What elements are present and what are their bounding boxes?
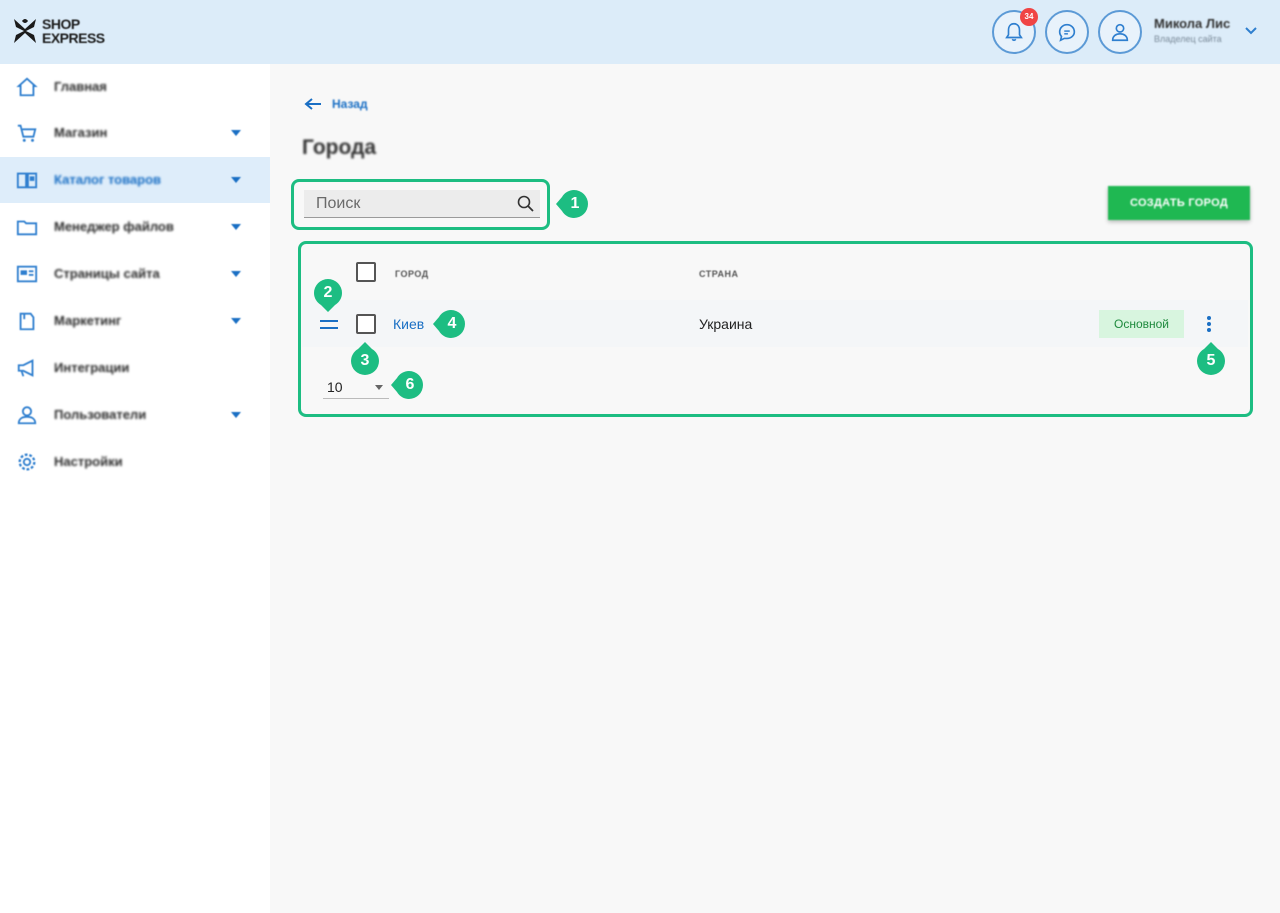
city-link[interactable]: Киев xyxy=(393,316,424,332)
sidebar-item-users[interactable]: Пользователи xyxy=(0,392,270,438)
bell-icon xyxy=(1005,22,1023,42)
marketing-icon xyxy=(19,312,35,331)
marker-3: 3 xyxy=(350,342,380,376)
sidebar-item-pages[interactable]: Страницы сайта xyxy=(0,251,270,297)
caret-down-icon xyxy=(375,385,383,390)
caret-down-icon xyxy=(231,177,241,183)
sidebar-item-file-manager[interactable]: Менеджер файлов xyxy=(0,204,270,250)
back-link[interactable]: Назад xyxy=(304,97,368,111)
chevron-down-icon[interactable] xyxy=(1244,24,1258,38)
sidebar-item-marketing[interactable]: Маркетинг xyxy=(0,298,270,344)
marker-5: 5 xyxy=(1196,342,1226,376)
marker-number: 4 xyxy=(447,315,457,332)
sidebar-item-settings[interactable]: Настройки xyxy=(0,439,270,485)
book-icon xyxy=(16,172,38,189)
marker-4: 4 xyxy=(433,309,467,339)
cart-icon xyxy=(17,124,37,142)
user-name: Микола Лис xyxy=(1154,16,1231,31)
shop-express-logo[interactable]: SHOP EXPRESS xyxy=(12,15,122,49)
sidebar-item-label: Маркетинг xyxy=(54,313,122,328)
profile-button[interactable] xyxy=(1098,10,1142,54)
user-role: Владелец сайта xyxy=(1154,34,1222,44)
sidebar-item-label: Интеграции xyxy=(54,360,130,375)
marker-2: 2 xyxy=(313,278,343,312)
sidebar-item-home[interactable]: Главная xyxy=(0,64,270,110)
sidebar: Главная Магазин Каталог товаров Менеджер… xyxy=(0,64,270,913)
search-field[interactable] xyxy=(304,190,540,218)
chat-icon xyxy=(1058,23,1076,42)
marker-number: 6 xyxy=(405,376,415,393)
search-icon[interactable] xyxy=(516,194,536,214)
rows-per-page-select[interactable]: 10 xyxy=(323,375,389,399)
caret-down-icon xyxy=(231,130,241,136)
folder-icon xyxy=(16,220,38,236)
select-all-checkbox[interactable] xyxy=(356,262,376,282)
caret-down-icon xyxy=(231,271,241,277)
marker-number: 3 xyxy=(360,352,370,369)
sidebar-item-label: Страницы сайта xyxy=(54,266,160,281)
back-label: Назад xyxy=(332,97,368,111)
rows-per-page-value: 10 xyxy=(327,379,343,395)
users-icon xyxy=(17,406,37,425)
caret-down-icon xyxy=(231,318,241,324)
more-vertical-icon[interactable] xyxy=(1202,314,1216,334)
arrow-left-icon xyxy=(304,98,321,110)
app-header: SHOP EXPRESS 34 Микола Лис Владелец сайт… xyxy=(0,0,1280,64)
main-city-badge: Основной xyxy=(1099,310,1184,338)
marker-number: 5 xyxy=(1206,352,1216,369)
notifications-badge: 34 xyxy=(1020,8,1038,26)
page-title: Города xyxy=(302,136,377,159)
sidebar-item-label: Каталог товаров xyxy=(54,172,162,187)
sidebar-item-label: Настройки xyxy=(54,454,123,469)
megaphone-icon xyxy=(17,359,34,377)
sidebar-item-label: Менеджер файлов xyxy=(54,219,174,234)
pages-icon xyxy=(16,265,38,283)
drag-handle-icon[interactable] xyxy=(320,320,338,329)
caret-down-icon xyxy=(231,224,241,230)
sidebar-item-shop[interactable]: Магазин xyxy=(0,110,270,156)
logo-line-1: SHOP xyxy=(42,16,80,32)
messages-button[interactable] xyxy=(1045,10,1089,54)
create-city-button[interactable]: СОЗДАТЬ ГОРОД xyxy=(1108,186,1250,220)
sidebar-item-label: Магазин xyxy=(54,125,108,140)
marker-6: 6 xyxy=(391,370,425,400)
sidebar-item-label: Пользователи xyxy=(54,407,147,422)
notifications-button[interactable]: 34 xyxy=(992,8,1038,54)
country-cell: Украина xyxy=(699,316,753,332)
caret-down-icon xyxy=(231,412,241,418)
logo-line-2: EXPRESS xyxy=(42,30,105,46)
logo-text: SHOP EXPRESS xyxy=(42,17,105,45)
sidebar-item-label: Главная xyxy=(54,79,107,94)
search-input[interactable] xyxy=(304,190,504,218)
sidebar-item-integrations[interactable]: Интеграции xyxy=(0,345,270,391)
gear-icon xyxy=(18,453,36,471)
marker-1: 1 xyxy=(556,189,590,219)
logo-mark-icon xyxy=(14,19,36,43)
home-icon xyxy=(16,77,38,97)
user-icon xyxy=(1111,23,1129,42)
marker-number: 2 xyxy=(323,284,333,301)
column-header-city: ГОРОД xyxy=(395,269,429,279)
sidebar-item-catalog[interactable]: Каталог товаров xyxy=(0,157,270,203)
marker-number: 1 xyxy=(570,195,580,212)
column-header-country: СТРАНА xyxy=(699,269,739,279)
row-checkbox[interactable] xyxy=(356,314,376,334)
